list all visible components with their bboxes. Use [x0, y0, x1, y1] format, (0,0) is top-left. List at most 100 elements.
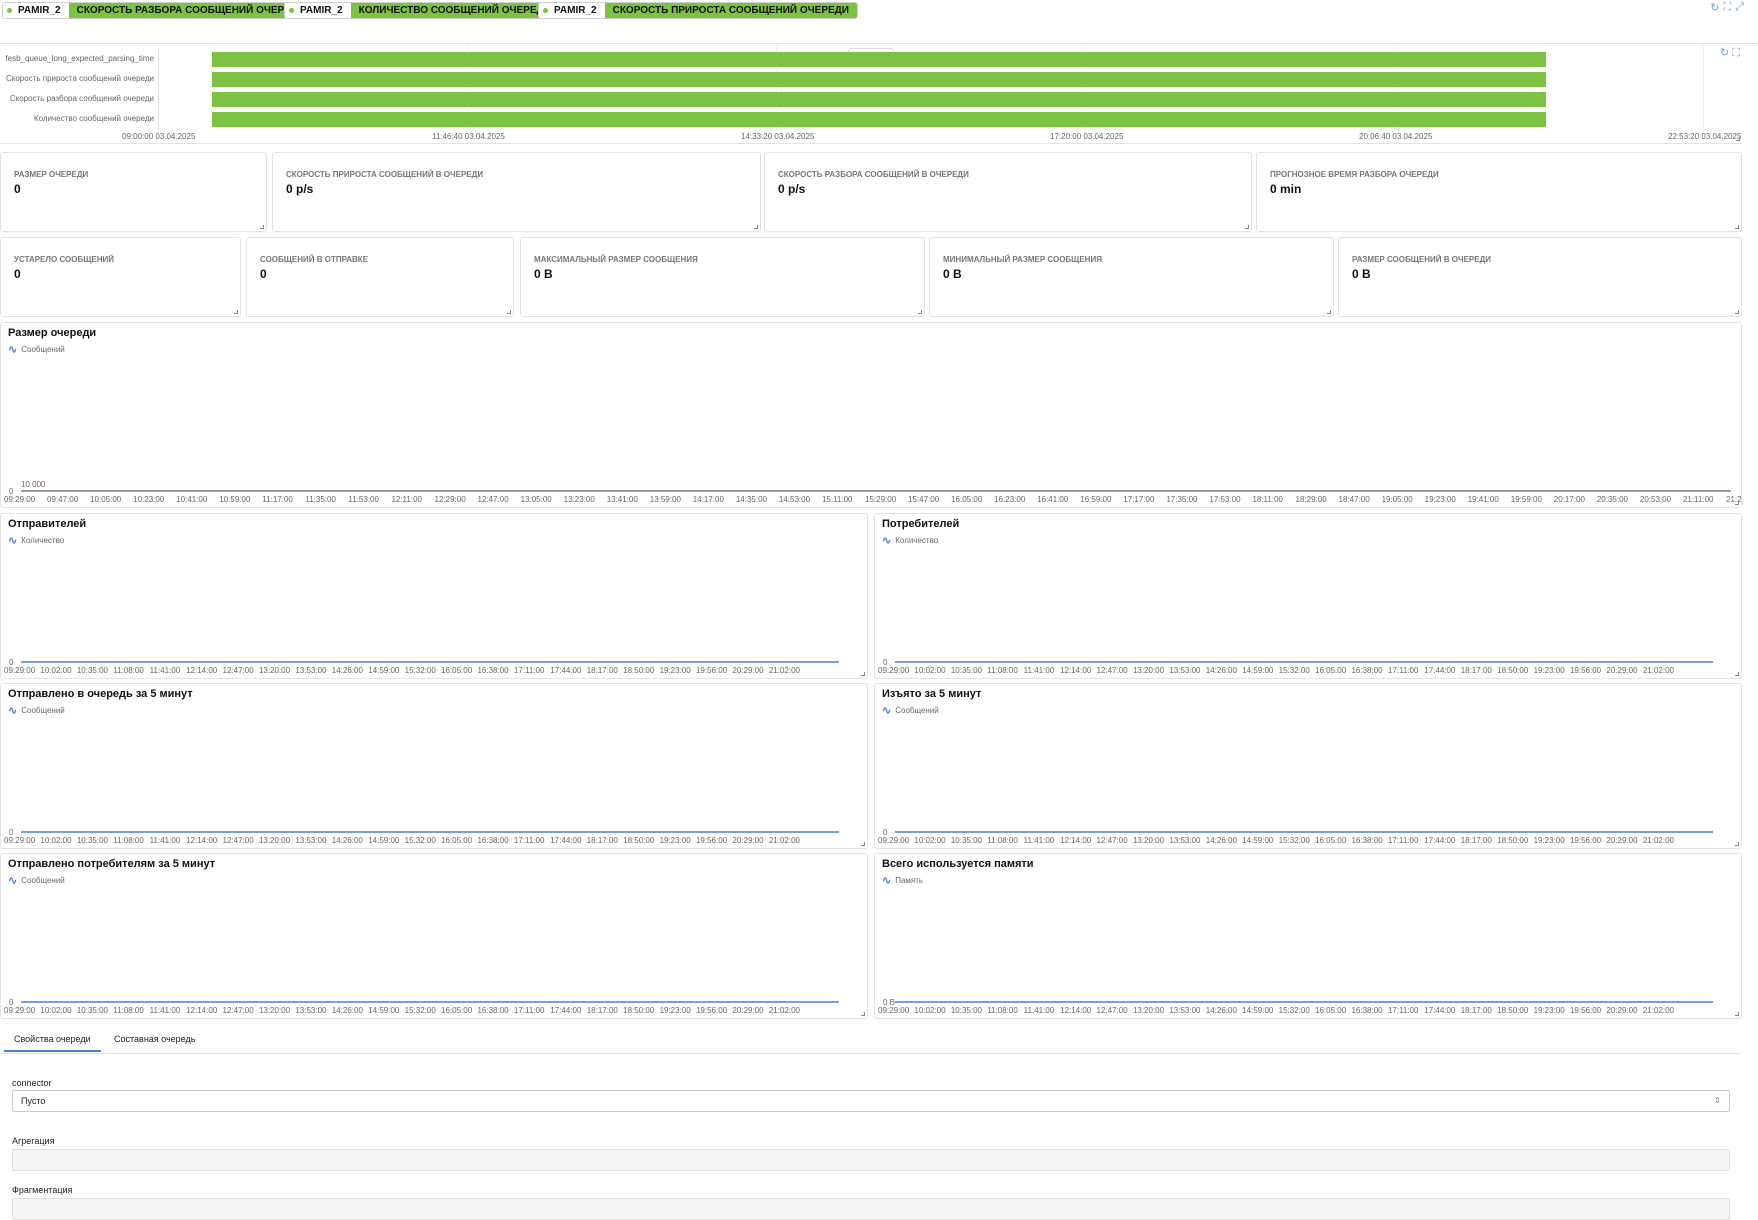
connector-select[interactable]: Пусто ⇳	[12, 1090, 1730, 1112]
expand-icon[interactable]: ⛶	[1723, 1, 1731, 14]
x-tick-label: 14:26:00	[1206, 836, 1238, 845]
chart-plot: 009:29:00 10:02:00 10:35:00 11:08:00 11:41:0…	[878, 828, 1713, 845]
x-tick-label: 18:17:00	[587, 666, 619, 675]
resize-handle[interactable]	[1735, 842, 1739, 846]
resize-handle[interactable]	[1735, 310, 1739, 314]
filter-tag[interactable]: PAMIR_2 СКОРОСТЬ ПРИРОСТА СООБЩЕНИЙ ОЧЕР…	[538, 2, 858, 19]
tab-bar: Свойства очереди Составная очередь	[0, 1024, 1740, 1054]
chart-legend[interactable]: ∿ Сообщений	[8, 704, 65, 717]
resize-handle[interactable]	[861, 1012, 865, 1016]
series-line-icon: ∿	[882, 535, 892, 547]
tab-queue-properties[interactable]: Свойства очереди	[4, 1034, 101, 1052]
x-tick-label: 14:26:00	[1206, 666, 1238, 675]
x-tick-label: 20:53:00	[1640, 495, 1672, 504]
tag-source: PAMIR_2	[300, 5, 343, 16]
x-tick-label: 15:32:00	[1279, 1006, 1311, 1015]
x-tick-label: 16:38:00	[477, 666, 509, 675]
x-tick-label: 09:29:00	[4, 1006, 36, 1015]
x-tick-label: 18:17:00	[1461, 836, 1493, 845]
x-tick-label: 14:26:00	[332, 836, 364, 845]
resize-handle[interactable]	[1735, 1012, 1739, 1016]
x-tick-label: 13:20:00	[1133, 836, 1165, 845]
x-tick-label: 16:23:00	[994, 495, 1026, 504]
chart-panel-queue-size: 0 10 000 09:29:00 09:47:00 10:05:00 10:23:00 1…	[0, 322, 1742, 508]
x-tick-label: 10:23:00	[133, 495, 165, 504]
resize-handle[interactable]	[1735, 225, 1739, 229]
stat-label: ПРОГНОЗНОЕ ВРЕМЯ РАЗБОРА ОЧЕРЕДИ	[1270, 170, 1439, 179]
timeline-bar[interactable]	[212, 112, 1546, 127]
refresh-icon[interactable]: ↻	[1720, 47, 1729, 59]
timeline-bar[interactable]	[212, 72, 1546, 87]
x-tick-label: 17:35:00	[1166, 495, 1198, 504]
chart-legend[interactable]: ∿ Количество	[882, 534, 938, 547]
chart-title: Размер очереди	[8, 327, 97, 339]
chart-legend[interactable]: ∿ Сообщений	[8, 874, 65, 887]
x-tick-label: 11:41:00	[1024, 666, 1055, 675]
x-tick-label: 18:47:00	[1339, 495, 1371, 504]
x-tick-label: 10:05:00	[90, 495, 122, 504]
stat-card: ПРОГНОЗНОЕ ВРЕМЯ РАЗБОРА ОЧЕРЕДИ 0 min	[1256, 152, 1742, 232]
chart-panel-taken-5min: 0 09:29:00 10:02:00 10:35:00 11:08:00 11:41:0…	[874, 683, 1742, 849]
fragmentation-field[interactable]	[12, 1198, 1730, 1220]
chart-plot: 009:29:00 10:02:00 10:35:00 11:08:00 11:41:0…	[4, 658, 839, 675]
resize-handle[interactable]	[1735, 501, 1739, 505]
chart-panel-memory: 0 B 09:29:00 10:02:00 10:35:00 11:08:00 11:41…	[874, 853, 1742, 1019]
x-tick-label: 10:02:00	[914, 666, 946, 675]
x-tick-label: 19:56:00	[1570, 1006, 1602, 1015]
chart-legend[interactable]: ∿ Сообщений	[882, 704, 939, 717]
timeline-bar[interactable]	[212, 92, 1546, 107]
resize-handle[interactable]	[1735, 672, 1739, 676]
connector-value: Пусто	[21, 1096, 46, 1106]
stat-value: 0 p/s	[286, 182, 314, 196]
x-tick-label: 17:44:00	[550, 666, 582, 675]
x-tick-label: 17:53:00	[1209, 495, 1241, 504]
x-tick-label: 15:29:00	[865, 495, 897, 504]
x-tick-label: 21:02:00	[1643, 1006, 1675, 1015]
x-tick-label: 17:44:00	[1424, 836, 1456, 845]
x-tick-label: 14:26:00	[332, 666, 364, 675]
x-tick-label: 10:35:00	[951, 836, 983, 845]
x-tick-label: 18:11:00	[1252, 495, 1283, 504]
stat-label: МАКСИМАЛЬНЫЙ РАЗМЕР СООБЩЕНИЯ	[534, 255, 698, 264]
aggregation-field[interactable]	[12, 1149, 1730, 1171]
resize-handle[interactable]	[754, 225, 758, 229]
x-tick-label: 13:53:00	[295, 1006, 327, 1015]
resize-handle[interactable]	[234, 310, 238, 314]
resize-handle[interactable]	[260, 225, 264, 229]
stat-value: 0	[260, 267, 267, 281]
tab-composite-queue[interactable]: Составная очередь	[114, 1034, 195, 1050]
resize-handle[interactable]	[1736, 137, 1740, 141]
fullscreen-icon[interactable]: ⤢	[1735, 1, 1744, 14]
x-tick-label: 18:17:00	[587, 836, 619, 845]
x-tick-label: 18:50:00	[623, 836, 655, 845]
chart-legend[interactable]: ∿ Сообщений	[8, 343, 65, 356]
resize-handle[interactable]	[861, 842, 865, 846]
timeline-bar[interactable]	[212, 52, 1546, 67]
filter-tag[interactable]: PAMIR_2 КОЛИЧЕСТВО СООБЩЕНИЙ ОЧЕРЕДИ	[284, 2, 560, 19]
x-tick-label: 15:32:00	[1279, 666, 1311, 675]
resize-handle[interactable]	[1245, 225, 1249, 229]
x-tick-label: 19:05:00	[1382, 495, 1414, 504]
resize-handle[interactable]	[507, 310, 511, 314]
x-tick-label: 14:17:00	[693, 495, 725, 504]
resize-handle[interactable]	[861, 672, 865, 676]
x-tick-label: 12:47:00	[223, 836, 255, 845]
x-tick-label: 10:35:00	[77, 666, 109, 675]
x-tick-label: 18:50:00	[623, 666, 655, 675]
x-tick-label: 14:26:00	[1206, 1006, 1238, 1015]
chart-plot: 009:29:00 10:02:00 10:35:00 11:08:00 11:41:0…	[878, 658, 1713, 675]
chart-legend[interactable]: ∿ Память	[882, 874, 923, 887]
resize-handle[interactable]	[918, 310, 922, 314]
x-tick-label: 17:11:00	[1388, 666, 1419, 675]
resize-handle[interactable]	[1327, 310, 1331, 314]
x-tick-label: 21:02:00	[1643, 666, 1675, 675]
refresh-icon[interactable]: ↻	[1710, 1, 1719, 14]
chart-legend[interactable]: ∿ Количество	[8, 534, 64, 547]
x-tick-label: 13:53:00	[295, 836, 327, 845]
x-tick-label: 18:50:00	[623, 1006, 655, 1015]
filter-tag[interactable]: PAMIR_2 СКОРОСТЬ РАЗБОРА СООБЩЕНИЙ ОЧЕРЕ…	[2, 2, 315, 19]
chart-panel-sent-5min: 0 09:29:00 10:02:00 10:35:00 11:08:00 11:41:0…	[0, 683, 868, 849]
legend-label: Количество	[895, 536, 939, 545]
fullscreen-icon[interactable]: ⛶	[1732, 47, 1740, 59]
x-tick-label: 16:38:00	[477, 1006, 509, 1015]
